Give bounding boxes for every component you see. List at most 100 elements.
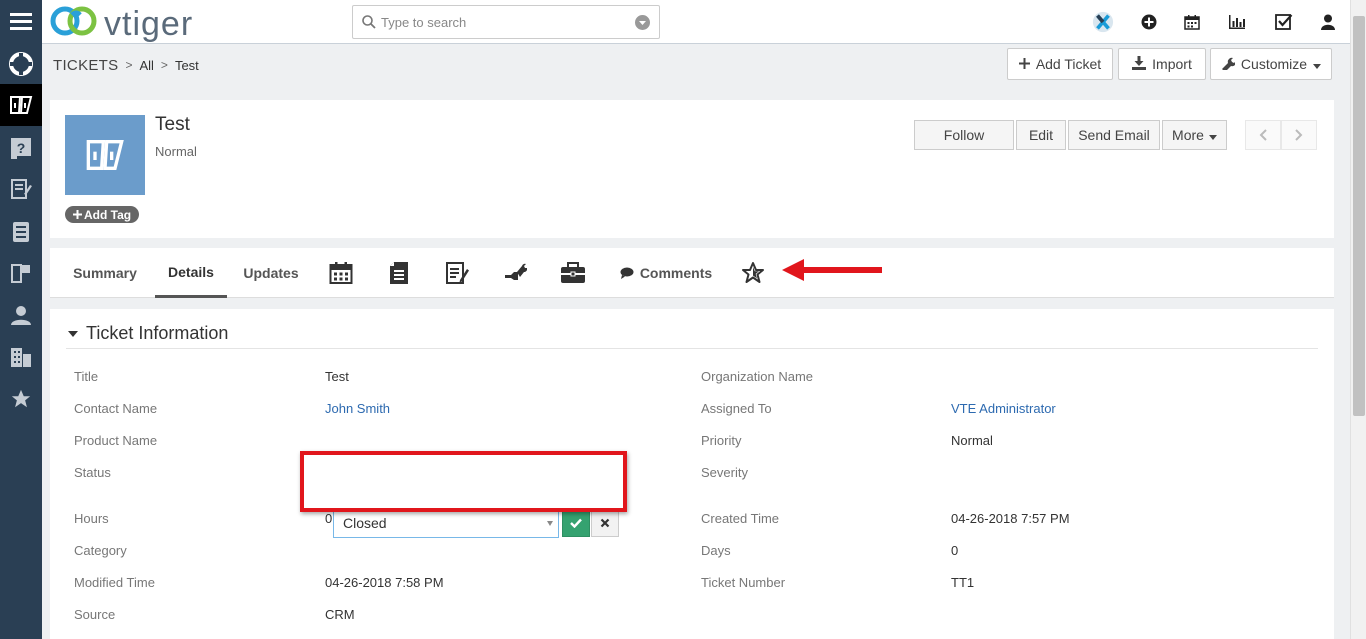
status-save-button[interactable] — [562, 509, 590, 537]
contacts-icon[interactable] — [0, 294, 42, 336]
edit-button[interactable]: Edit — [1016, 120, 1066, 150]
document-icon — [390, 262, 408, 284]
field-label-status: Status — [74, 465, 111, 480]
page-content: TICKETS > All > Test Add Ticket Import C… — [42, 44, 1350, 639]
vtiger-x-icon[interactable] — [1092, 11, 1114, 33]
field-value-priority: Normal — [951, 433, 993, 448]
tasks-check-icon[interactable] — [1273, 11, 1295, 33]
star-icon[interactable] — [0, 378, 42, 420]
field-label-title: Title — [74, 369, 99, 384]
tab-favorites[interactable] — [740, 260, 766, 286]
chevron-right-icon: > — [125, 58, 133, 72]
calendar-icon — [329, 262, 353, 284]
tickets-icon[interactable] — [0, 84, 42, 126]
field-label-contact-name: Contact Name — [74, 401, 158, 416]
field-label-modified-time: Modified Time — [74, 575, 155, 590]
chevron-left-icon — [1259, 129, 1267, 141]
logo-text: vtiger — [104, 5, 194, 43]
top-header: vtiger — [42, 0, 1350, 44]
faq-icon[interactable]: ? — [0, 127, 42, 169]
global-search[interactable] — [352, 5, 660, 39]
send-email-button[interactable]: Send Email — [1068, 120, 1160, 150]
lifebuoy-icon[interactable] — [0, 43, 42, 85]
add-circle-icon[interactable] — [1138, 11, 1160, 33]
search-options-dropdown-icon[interactable] — [635, 15, 650, 30]
organizations-icon[interactable] — [0, 336, 42, 378]
breadcrumb-filter[interactable]: All — [139, 58, 153, 73]
breadcrumb-module[interactable]: TICKETS — [53, 57, 118, 74]
record-header: Test Normal Add Tag Follow Edit Send Ema… — [50, 100, 1334, 238]
record-image — [65, 115, 145, 195]
caret-down-icon — [547, 521, 553, 526]
tab-services[interactable] — [502, 260, 528, 286]
customize-button[interactable]: Customize — [1210, 48, 1332, 80]
field-value-created-time: 04-26-2018 7:57 PM — [951, 511, 1070, 526]
field-label-hours: Hours — [74, 511, 109, 526]
tab-calendar[interactable] — [328, 260, 354, 286]
scrollbar-thumb[interactable] — [1353, 16, 1365, 416]
import-icon — [1132, 55, 1147, 73]
block-title: Ticket Information — [86, 323, 229, 343]
reports-icon[interactable] — [1226, 11, 1248, 33]
breadcrumb-record: Test — [174, 57, 199, 73]
ticket-information-block: Ticket Information Title Contact Name Pr… — [50, 309, 1334, 639]
wrench-icon — [1221, 56, 1237, 73]
vtiger-logo[interactable]: vtiger — [48, 3, 200, 43]
field-label-ticket-number: Ticket Number — [701, 575, 786, 590]
field-label-severity: Severity — [701, 465, 748, 480]
tab-notes[interactable] — [444, 260, 470, 286]
record-title: Test — [155, 114, 190, 135]
service-contracts-icon[interactable] — [0, 252, 42, 294]
add-tag-button[interactable]: Add Tag — [65, 206, 140, 223]
block-header[interactable]: Ticket Information — [66, 319, 1318, 349]
comment-icon — [620, 267, 634, 279]
field-value-modified-time: 04-26-2018 7:58 PM — [325, 575, 444, 590]
caret-down-icon — [1313, 56, 1322, 72]
plus-icon — [1018, 56, 1030, 72]
field-value-source: CRM — [325, 607, 355, 622]
next-record-button[interactable] — [1281, 120, 1317, 150]
field-label-days: Days — [701, 543, 731, 558]
notes-icon — [446, 262, 469, 284]
field-value-title: Test — [325, 369, 349, 384]
import-button[interactable]: Import — [1118, 48, 1206, 80]
calendar-icon[interactable] — [1181, 11, 1203, 33]
tab-projects[interactable] — [560, 260, 586, 286]
briefcase-icon — [561, 262, 585, 283]
tab-comments[interactable]: Comments — [616, 248, 716, 298]
more-button[interactable]: More — [1162, 120, 1227, 150]
field-value-hours: 0 — [325, 511, 333, 526]
field-label-category: Category — [74, 543, 127, 558]
previous-record-button[interactable] — [1245, 120, 1281, 150]
svg-text:?: ? — [17, 140, 26, 156]
breadcrumb: TICKETS > All > Test — [53, 55, 199, 75]
left-rail: ? — [0, 0, 42, 639]
follow-button[interactable]: Follow — [914, 120, 1014, 150]
field-label-source: Source — [74, 607, 116, 622]
search-input[interactable] — [381, 12, 631, 32]
tab-updates[interactable]: Updates — [234, 248, 308, 298]
edit-list-icon[interactable] — [0, 168, 42, 210]
status-cancel-button[interactable] — [591, 509, 619, 537]
menu-icon[interactable] — [0, 0, 42, 42]
user-icon[interactable] — [1317, 11, 1339, 33]
page-scrollbar[interactable] — [1350, 0, 1366, 639]
tab-documents[interactable] — [386, 260, 412, 286]
field-label-product-name: Product Name — [74, 433, 158, 448]
field-label-priority: Priority — [701, 433, 742, 448]
chevron-right-icon: > — [160, 58, 168, 72]
close-icon — [600, 518, 610, 528]
server-icon[interactable] — [0, 211, 42, 253]
tab-details[interactable]: Details — [155, 248, 227, 298]
field-value-contact-name[interactable]: John Smith — [325, 401, 390, 416]
add-ticket-button[interactable]: Add Ticket — [1007, 48, 1113, 80]
tab-summary[interactable]: Summary — [64, 248, 146, 298]
field-label-organization-name: Organization Name — [701, 369, 813, 384]
status-select[interactable]: Closed — [333, 508, 559, 538]
record-tabs: Summary Details Updates Comments — [50, 248, 1334, 298]
tickets-icon — [86, 140, 124, 170]
record-subtitle: Normal — [155, 144, 197, 159]
field-value-assigned-to[interactable]: VTE Administrator — [951, 401, 1056, 416]
tools-icon — [505, 263, 527, 280]
caret-down-icon — [1208, 127, 1217, 143]
